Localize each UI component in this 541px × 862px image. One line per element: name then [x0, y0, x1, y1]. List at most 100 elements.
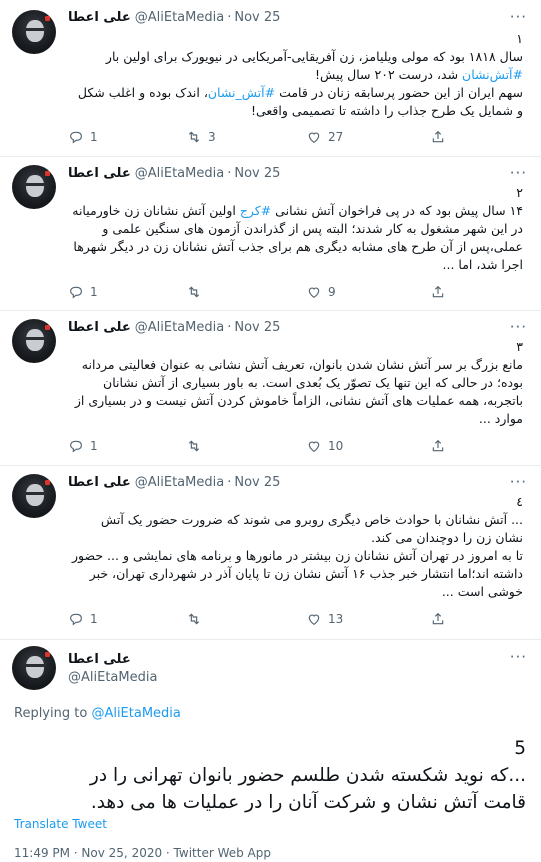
tweet-header: علی اعطا @AliEtaMedia · Nov 25 [68, 475, 281, 490]
like-button[interactable]: 9 [306, 284, 336, 300]
hashtag-link[interactable]: #آتش_نشان [208, 85, 275, 100]
share-button[interactable] [430, 438, 446, 454]
thread-number: 5 [514, 738, 526, 759]
more-options-icon[interactable]: ··· [510, 164, 527, 182]
more-options-icon[interactable]: ··· [510, 8, 527, 26]
reply-count: 1 [90, 130, 98, 144]
author-handle[interactable]: @AliEtaMedia [135, 475, 224, 490]
text-line: و شمایل یک طرح جذاب را داشته تا تصمیمی و… [250, 103, 523, 118]
text-line: #آتش‌نشان شد، درست ۲۰۲ سال پیش! [315, 67, 523, 82]
author-handle[interactable]: @AliEtaMedia [135, 320, 224, 335]
tweet-date[interactable]: Nov 25 [234, 10, 280, 25]
like-button[interactable]: 27 [306, 129, 343, 145]
author-name[interactable]: علی اعطا [68, 320, 131, 335]
retweet-button[interactable] [186, 611, 202, 627]
hashtag-link[interactable]: #آتش‌نشان [462, 67, 523, 82]
author-name[interactable]: علی اعطا [68, 475, 131, 490]
tweet-text: ۱ سال ۱۸۱۸ بود که مولی ویلیامز، زن آفریق… [68, 30, 523, 120]
tweet-date[interactable]: Nov 25 [234, 475, 280, 490]
thread-number: ۲ [516, 185, 523, 200]
share-button[interactable] [430, 611, 446, 627]
text-line: باتجربه، همه عملیات های آتش نشانی، الزام… [74, 393, 523, 408]
like-count: 9 [328, 285, 336, 299]
main-tweet-text: 5 ...که نوید شکسته شدن طلسم حضور بانوان … [14, 735, 526, 816]
author-handle[interactable]: @AliEtaMedia [135, 166, 224, 181]
share-icon [432, 285, 444, 298]
share-icon [432, 130, 444, 143]
share-button[interactable] [430, 129, 446, 145]
reply-icon [70, 286, 82, 299]
text-line: بوده؛ در حالی که این تنها یک تصوّر یک بُ… [103, 375, 523, 390]
retweet-count: 3 [208, 130, 216, 144]
retweet-icon [188, 440, 200, 452]
avatar[interactable] [12, 10, 56, 54]
author-name[interactable]: علی اعطا [68, 10, 131, 25]
translate-tweet-link[interactable]: Translate Tweet [14, 817, 107, 831]
text-line: اجرا شد، اما ... [442, 257, 523, 272]
text-line: مانع بزرگ بر سر آتش نشان شدن بانوان، تعر… [81, 357, 523, 372]
text-line: ۱۴ سال پیش بود که در پی فراخوان آتش نشان… [72, 203, 523, 218]
author-handle[interactable]: @AliEtaMedia [135, 10, 224, 25]
avatar[interactable] [12, 646, 56, 690]
text-line: عملی،پس از آن طرح های مشابه دیگری هم برا… [73, 239, 523, 254]
retweet-icon [188, 131, 200, 143]
text-line: خوشی است ... [441, 584, 523, 599]
reply-button[interactable]: 1 [68, 438, 98, 454]
text-line: قامت آتش نشان و شرکت آنان را در عملیات ه… [90, 792, 526, 813]
text-line: سال ۱۸۱۸ بود که مولی ویلیامز، زن آفریقای… [105, 49, 523, 64]
thread-number: ۱ [516, 31, 523, 46]
tweet-timestamp[interactable]: 11:49 PM · Nov 25, 2020 · Twitter Web Ap… [14, 846, 271, 860]
tweet-date[interactable]: Nov 25 [234, 320, 280, 335]
heart-icon [308, 132, 320, 144]
thread-tweet[interactable]: علی اعطا @AliEtaMedia · Nov 25 ··· ۳ مانع ب… [0, 310, 541, 466]
retweet-icon [188, 613, 200, 625]
like-count: 10 [328, 439, 344, 453]
reply-button[interactable]: 1 [68, 611, 98, 627]
avatar[interactable] [12, 319, 56, 363]
more-options-icon[interactable]: ··· [510, 473, 527, 491]
tweet-date[interactable]: Nov 25 [234, 166, 280, 181]
retweet-button[interactable] [186, 284, 202, 300]
tweet-text: ۳ مانع بزرگ بر سر آتش نشان شدن بانوان، ت… [68, 338, 523, 428]
like-count: 27 [328, 130, 344, 144]
reply-count: 1 [90, 612, 98, 626]
author-name[interactable]: علی اعطا [68, 652, 131, 667]
text-line: سهم ایران از این حضور پرسابقه زنان در قا… [77, 85, 523, 100]
like-button[interactable]: 10 [306, 438, 343, 454]
reply-button[interactable]: 1 [68, 129, 98, 145]
heart-icon [308, 441, 320, 453]
tweet-header: علی اعطا @AliEtaMedia · Nov 25 [68, 320, 281, 335]
tweet-actions: 1 3 27 [68, 129, 488, 149]
share-icon [432, 439, 444, 452]
tweet-actions: 1 10 [68, 438, 488, 458]
more-options-icon[interactable]: ··· [510, 318, 527, 336]
retweet-button[interactable]: 3 [186, 129, 216, 145]
author-handle[interactable]: @AliEtaMedia [68, 670, 157, 685]
thread-tweet[interactable]: علی اعطا @AliEtaMedia · Nov 25 ··· ۲ ۱۴ سال… [0, 156, 541, 311]
tweet-header: علی اعطا @AliEtaMedia · Nov 25 [68, 10, 281, 25]
author-name[interactable]: علی اعطا [68, 166, 131, 181]
retweet-icon [188, 286, 200, 298]
tweet-text: ٤ ... آتش نشانان با حوادث خاص دیگری روبر… [68, 493, 523, 601]
like-button[interactable]: 13 [306, 611, 343, 627]
reply-button[interactable]: 1 [68, 284, 98, 300]
reply-icon [70, 440, 82, 453]
reply-count: 1 [90, 439, 98, 453]
thread-tweet[interactable]: علی اعطا @AliEtaMedia · Nov 25 ··· ٤ ... آت… [0, 465, 541, 640]
share-icon [432, 612, 444, 625]
avatar[interactable] [12, 474, 56, 518]
tweet-actions: 1 9 [68, 284, 488, 304]
tweet-header: علی اعطا @AliEtaMedia · Nov 25 [68, 166, 281, 181]
hashtag-link[interactable]: #کرج [240, 203, 271, 218]
text-line: تا به امروز در تهران آتش نشانان زن بیشتر… [72, 548, 523, 563]
thread-tweet[interactable]: علی اعطا @AliEtaMedia · Nov 25 ··· ۱ سال ۱۸… [0, 0, 541, 157]
replying-to-link[interactable]: @AliEtaMedia [91, 706, 180, 721]
share-button[interactable] [430, 284, 446, 300]
more-options-icon[interactable]: ··· [510, 648, 527, 666]
avatar[interactable] [12, 165, 56, 209]
text-line: داشته اند؛اما انتشار خبر جذب ۱۶ آتش نشان… [89, 566, 523, 581]
retweet-button[interactable] [186, 438, 202, 454]
like-count: 13 [328, 612, 344, 626]
heart-icon [308, 287, 320, 299]
thread-number: ۳ [516, 339, 523, 354]
